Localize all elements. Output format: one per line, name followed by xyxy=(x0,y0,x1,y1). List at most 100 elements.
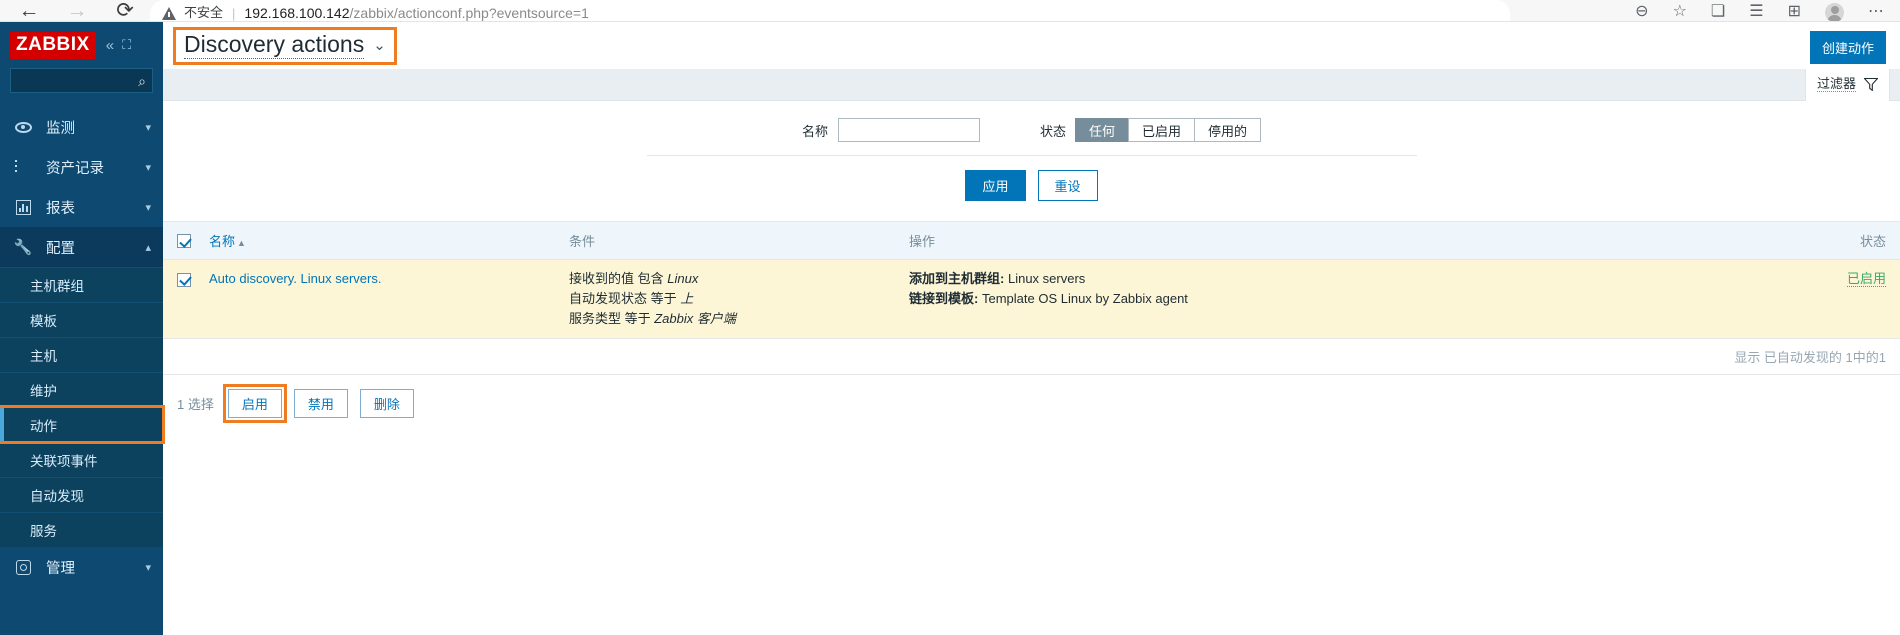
url-host: 192.168.100.142 xyxy=(244,5,350,21)
chevron-down-icon: ▾ xyxy=(145,121,151,134)
main-content: Discovery actions ⌄ 创建动作 过滤器 名称 状态 任何 已启… xyxy=(163,22,1900,635)
sidebar-menu: 监测 ▾ 资产记录 ▾ 报表 ▾ 🔧 配置 ▴ 主机群组 模板 主机 维护 动作… xyxy=(0,107,165,587)
table-header-row: 名称 ▲ 条件 操作 状态 xyxy=(163,222,1900,260)
reload-icon[interactable]: ⟳ xyxy=(114,0,136,21)
column-conditions: 条件 xyxy=(561,222,901,260)
select-all-header xyxy=(163,222,201,260)
sidebar-search-wrap: ⌕ xyxy=(0,68,163,103)
eye-icon xyxy=(12,121,34,133)
condition-prefix: 服务类型 等于 xyxy=(569,311,655,326)
sidebar-item-host-groups[interactable]: 主机群组 xyxy=(0,267,163,302)
operation-value: Template OS Linux by Zabbix agent xyxy=(981,291,1188,306)
chevron-up-icon: ▴ xyxy=(145,241,151,254)
sidebar-item-reports[interactable]: 报表 ▾ xyxy=(0,187,163,227)
collections-icon[interactable]: ❏ xyxy=(1711,2,1725,21)
sidebar-item-discovery[interactable]: 自动发现 xyxy=(0,477,163,512)
sidebar-item-maintenance[interactable]: 维护 xyxy=(0,372,163,407)
condition-value: 上 xyxy=(680,291,694,306)
sidebar-subitem-label: 主机 xyxy=(30,349,57,364)
back-arrow-icon[interactable]: ← xyxy=(18,0,40,21)
enable-button[interactable]: 启用 xyxy=(222,384,287,423)
column-operations: 操作 xyxy=(901,222,1780,260)
page-title-dropdown[interactable]: Discovery actions ⌄ xyxy=(173,26,397,65)
filter-status-any[interactable]: 任何 xyxy=(1074,118,1129,142)
filter-panel: 名称 状态 任何 已启用 停用的 应用 重设 xyxy=(163,101,1900,222)
reading-list-icon[interactable]: ☰ xyxy=(1749,2,1763,21)
sidebar-subitem-label: 模板 xyxy=(30,314,57,329)
delete-button[interactable]: 删除 xyxy=(359,389,414,418)
sidebar-item-templates[interactable]: 模板 xyxy=(0,302,163,337)
search-input[interactable] xyxy=(11,69,152,92)
url-text: 192.168.100.142/zabbix/actionconf.php?ev… xyxy=(244,5,588,21)
omnibox-separator: | xyxy=(232,6,236,21)
reset-button[interactable]: 重设 xyxy=(1037,170,1098,201)
row-checkbox[interactable] xyxy=(177,272,191,287)
sidebar: ZABBIX « ⛶ ⌕ 监测 ▾ 资产记录 ▾ 报表 ▾ 🔧 配置 ▴ 主机群… xyxy=(0,22,165,635)
zoom-out-icon[interactable]: ⊖ xyxy=(1635,2,1648,21)
action-name-link[interactable]: Auto discovery. Linux servers. xyxy=(209,271,381,286)
row-conditions-cell: 接收到的值 包含 Linux 自动发现状态 等于 上 服务类型 等于 Zabbi… xyxy=(561,259,901,338)
operation-label: 添加到主机群组: xyxy=(909,271,1005,286)
address-bar[interactable]: 不安全 | 192.168.100.142/zabbix/actionconf.… xyxy=(150,0,1510,21)
sidebar-item-inventory[interactable]: 资产记录 ▾ xyxy=(0,147,163,187)
condition-line: 自动发现状态 等于 上 xyxy=(569,289,893,309)
chevron-down-icon: ▾ xyxy=(145,201,151,214)
report-chart-icon xyxy=(12,199,34,215)
url-path: /zabbix/actionconf.php?eventsource=1 xyxy=(349,5,589,21)
sidebar-item-actions[interactable]: 动作 xyxy=(0,405,165,444)
forward-arrow-icon: → xyxy=(66,0,88,22)
filter-actions: 应用 重设 xyxy=(163,170,1900,201)
add-tab-icon[interactable]: ⊞ xyxy=(1788,2,1801,21)
browser-nav-buttons: ← → ⟳ xyxy=(0,0,136,21)
sidebar-subitem-label: 自动发现 xyxy=(30,489,84,504)
filter-name-label: 名称 xyxy=(801,123,828,139)
table-row: Auto discovery. Linux servers. 接收到的值 包含 … xyxy=(163,259,1900,338)
filter-status-disabled[interactable]: 停用的 xyxy=(1194,118,1262,142)
more-options-icon[interactable]: ⋯ xyxy=(1868,2,1884,21)
filter-tab[interactable]: 过滤器 xyxy=(1804,68,1890,101)
browser-toolbar: ← → ⟳ 不安全 | 192.168.100.142/zabbix/actio… xyxy=(0,0,1900,22)
expand-sidebar-icon[interactable]: ⛶ xyxy=(122,37,131,53)
search-icon[interactable]: ⌕ xyxy=(138,73,146,90)
chevron-down-icon: ▾ xyxy=(145,161,151,174)
sidebar-item-label: 报表 xyxy=(46,200,75,217)
sidebar-subitem-label: 关联项事件 xyxy=(30,454,98,469)
operation-line: 添加到主机群组: Linux servers xyxy=(909,269,1772,289)
sidebar-item-administration[interactable]: 管理 ▾ xyxy=(0,547,163,587)
sidebar-item-label: 管理 xyxy=(46,560,75,577)
wrench-icon: 🔧 xyxy=(13,239,33,256)
add-favorite-icon[interactable]: ☆ xyxy=(1673,2,1687,21)
sidebar-subitem-label: 服务 xyxy=(30,524,57,539)
sidebar-item-event-correlation[interactable]: 关联项事件 xyxy=(0,442,163,477)
page-header: Discovery actions ⌄ 创建动作 xyxy=(163,22,1900,69)
filter-status-enabled[interactable]: 已启用 xyxy=(1128,118,1196,142)
profile-avatar[interactable] xyxy=(1825,3,1844,21)
sidebar-item-monitoring[interactable]: 监测 ▾ xyxy=(0,107,163,147)
actions-table: 名称 ▲ 条件 操作 状态 Auto discovery. Linux serve… xyxy=(163,222,1900,338)
chevron-down-icon: ⌄ xyxy=(373,36,386,54)
condition-value: Zabbix 客户端 xyxy=(654,311,736,326)
sidebar-search[interactable]: ⌕ xyxy=(10,68,153,93)
disable-button[interactable]: 禁用 xyxy=(293,389,348,418)
sidebar-item-hosts[interactable]: 主机 xyxy=(0,337,163,372)
sidebar-item-label: 配置 xyxy=(46,240,75,257)
filter-divider xyxy=(646,155,1417,156)
column-name: 名称 ▲ xyxy=(201,222,561,260)
operation-line: 链接到模板: Template OS Linux by Zabbix agent xyxy=(909,289,1772,309)
status-badge[interactable]: 已启用 xyxy=(1846,271,1886,287)
column-name-link[interactable]: 名称 xyxy=(209,234,235,249)
table-head: 名称 ▲ 条件 操作 状态 xyxy=(163,222,1900,260)
sidebar-header: ZABBIX « ⛶ xyxy=(0,22,163,68)
sidebar-item-services[interactable]: 服务 xyxy=(0,512,163,547)
condition-prefix: 自动发现状态 等于 xyxy=(569,291,681,306)
sidebar-subitem-label: 维护 xyxy=(30,384,57,399)
table-footer: 显示 已自动发现的 1中的1 xyxy=(163,338,1900,375)
collapse-sidebar-icon[interactable]: « xyxy=(106,37,114,54)
condition-line: 接收到的值 包含 Linux xyxy=(569,269,893,289)
create-action-button[interactable]: 创建动作 xyxy=(1809,31,1886,64)
sidebar-item-configuration[interactable]: 🔧 配置 ▴ xyxy=(0,227,163,267)
select-all-checkbox[interactable] xyxy=(177,234,191,249)
apply-button[interactable]: 应用 xyxy=(965,170,1026,201)
filter-name-input[interactable] xyxy=(837,118,980,142)
sidebar-subitem-label: 主机群组 xyxy=(30,279,84,294)
